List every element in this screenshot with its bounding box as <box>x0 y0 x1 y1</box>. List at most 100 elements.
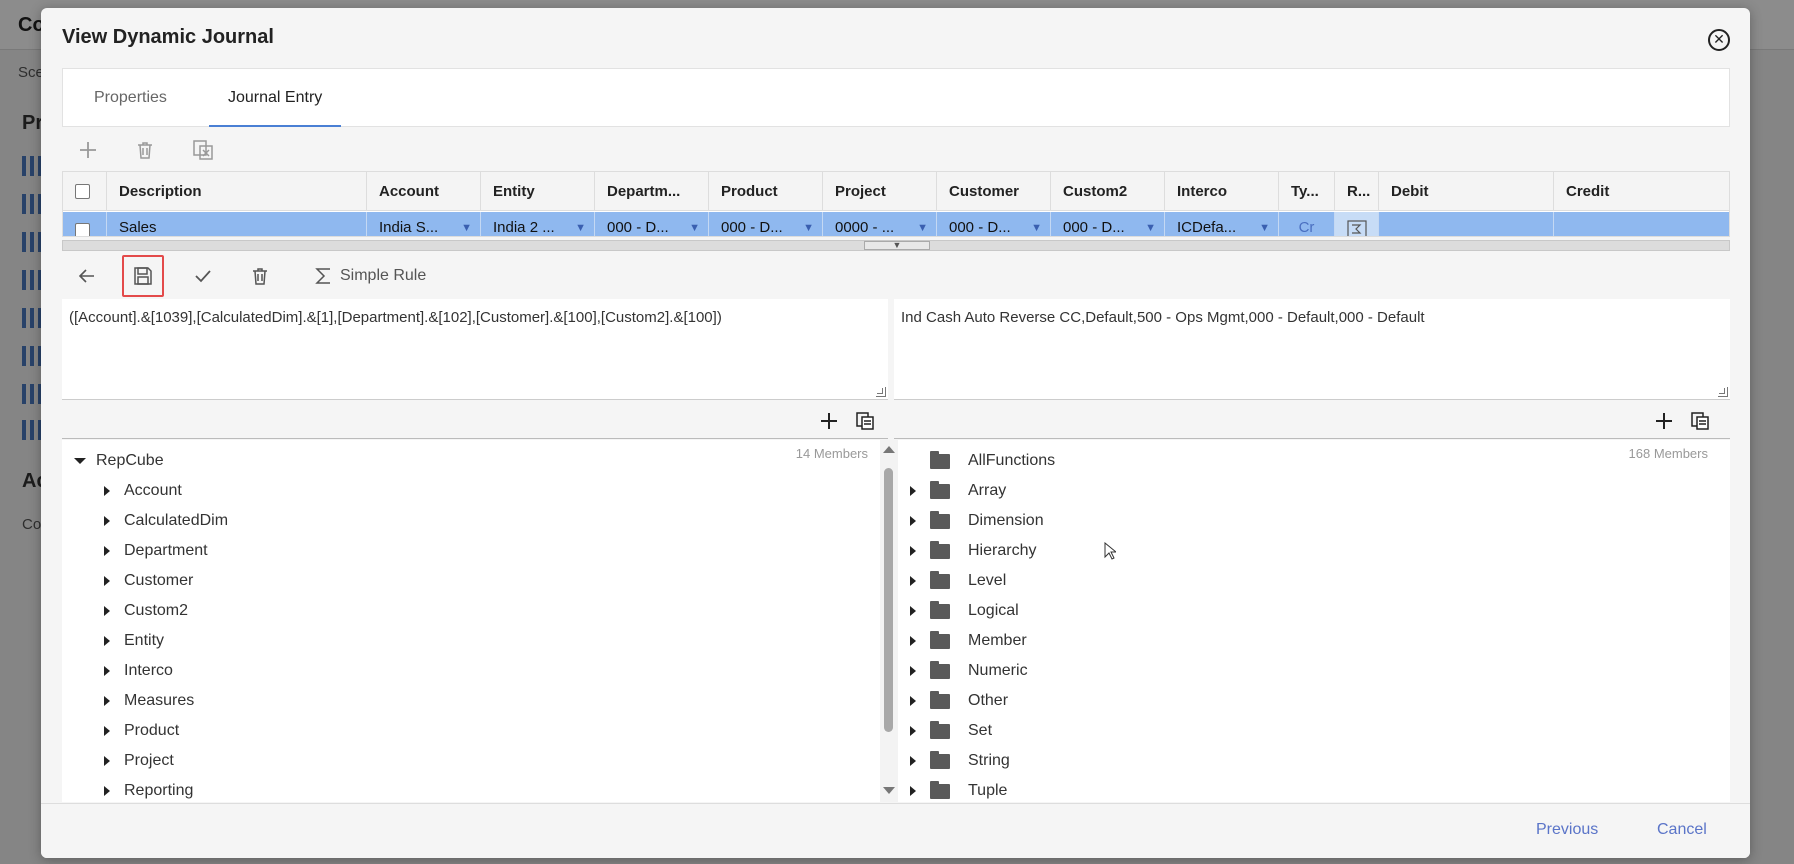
tree-scrollbar[interactable] <box>880 440 898 802</box>
expand-caret-icon[interactable] <box>910 756 916 766</box>
tree-item[interactable]: Set <box>910 718 992 744</box>
account-cell[interactable]: India S... ▼ <box>367 212 481 236</box>
customer-cell[interactable]: 000 - D... ▼ <box>937 212 1051 236</box>
tree-item[interactable]: Custom2 <box>104 598 188 624</box>
column-header[interactable]: Custom2 <box>1051 172 1165 211</box>
expand-caret-icon[interactable] <box>104 696 110 706</box>
column-header[interactable]: Description <box>107 172 367 211</box>
expand-caret-icon[interactable] <box>104 486 110 496</box>
interco-cell[interactable]: ICDefa... ▼ <box>1165 212 1279 236</box>
entity-cell[interactable]: India 2 ... ▼ <box>481 212 595 236</box>
credit-cell[interactable] <box>1554 212 1729 236</box>
column-header[interactable]: Interco <box>1165 172 1279 211</box>
collapse-handle-icon[interactable]: ▼ <box>864 241 930 250</box>
column-header[interactable]: Entity <box>481 172 595 211</box>
tree-item[interactable]: CalculatedDim <box>104 508 228 534</box>
column-header[interactable]: Customer <box>937 172 1051 211</box>
type-cell[interactable]: Cr <box>1279 212 1335 236</box>
tab-properties[interactable]: Properties <box>75 69 186 127</box>
expand-caret-icon[interactable] <box>104 636 110 646</box>
tree-item[interactable]: Customer <box>104 568 193 594</box>
dropdown-arrow-icon[interactable]: ▼ <box>575 212 586 236</box>
tree-item[interactable]: Numeric <box>910 658 1028 684</box>
debit-cell[interactable] <box>1379 212 1554 236</box>
add-icon[interactable] <box>1649 406 1679 436</box>
add-icon[interactable] <box>71 133 105 167</box>
expand-caret-icon[interactable] <box>910 636 916 646</box>
select-all-checkbox[interactable] <box>75 184 90 199</box>
rule-cell[interactable] <box>1335 212 1379 236</box>
expand-caret-icon[interactable] <box>910 726 916 736</box>
tree-item[interactable]: Product <box>104 718 179 744</box>
dropdown-arrow-icon[interactable]: ▼ <box>1145 212 1156 236</box>
column-header[interactable]: Project <box>823 172 937 211</box>
tree-item[interactable]: Tuple <box>910 778 1007 802</box>
column-header[interactable]: Ty... <box>1279 172 1335 211</box>
expand-caret-icon[interactable] <box>910 546 916 556</box>
simple-rule-button[interactable]: Simple Rule <box>314 263 426 289</box>
scroll-up-icon[interactable] <box>883 446 895 453</box>
department-cell[interactable]: 000 - D... ▼ <box>595 212 709 236</box>
expand-caret-icon[interactable] <box>910 606 916 616</box>
expand-caret-icon[interactable] <box>104 786 110 796</box>
tree-item[interactable]: Entity <box>104 628 164 654</box>
column-header[interactable]: R... <box>1335 172 1379 211</box>
dropdown-arrow-icon[interactable]: ▼ <box>461 212 472 236</box>
expand-caret-icon[interactable] <box>104 666 110 676</box>
cancel-button[interactable]: Cancel <box>1657 821 1707 839</box>
check-icon[interactable] <box>186 259 220 293</box>
project-cell[interactable]: 0000 - ... ▼ <box>823 212 937 236</box>
dropdown-arrow-icon[interactable]: ▼ <box>1259 212 1270 236</box>
resize-handle-icon[interactable] <box>876 387 886 397</box>
description-textarea[interactable]: Ind Cash Auto Reverse CC,Default,500 - O… <box>894 299 1730 400</box>
copy-icon[interactable] <box>186 133 220 167</box>
tree-root-allfunctions[interactable]: AllFunctions <box>930 448 1055 474</box>
dropdown-arrow-icon[interactable]: ▼ <box>689 212 700 236</box>
expand-caret-icon[interactable] <box>910 786 916 796</box>
column-header[interactable]: Departm... <box>595 172 709 211</box>
expand-caret-icon[interactable] <box>104 546 110 556</box>
copy-icon[interactable] <box>850 406 880 436</box>
expand-caret-icon[interactable] <box>910 666 916 676</box>
delete-icon[interactable] <box>128 133 162 167</box>
tree-item[interactable]: Project <box>104 748 174 774</box>
tree-item[interactable]: String <box>910 748 1010 774</box>
expand-caret-icon[interactable] <box>910 696 916 706</box>
tree-item[interactable]: Reporting <box>104 778 193 802</box>
previous-button[interactable]: Previous <box>1536 821 1598 839</box>
tree-root-repcube[interactable]: RepCube <box>74 448 164 474</box>
dropdown-arrow-icon[interactable]: ▼ <box>1031 212 1042 236</box>
expand-caret-icon[interactable] <box>910 516 916 526</box>
column-header[interactable]: Credit <box>1554 172 1729 211</box>
copy-icon[interactable] <box>1685 406 1715 436</box>
tree-item[interactable]: Other <box>910 688 1008 714</box>
close-icon[interactable]: ✕ <box>1708 29 1730 51</box>
row-checkbox[interactable] <box>75 223 90 236</box>
tree-item[interactable]: Department <box>104 538 208 564</box>
table-row[interactable]: Sales India S... ▼ India 2 ... ▼ 000 - D..… <box>63 212 1729 236</box>
custom2-cell[interactable]: 000 - D... ▼ <box>1051 212 1165 236</box>
tree-item[interactable]: Logical <box>910 598 1019 624</box>
tree-item[interactable]: Level <box>910 568 1006 594</box>
column-header[interactable]: Account <box>367 172 481 211</box>
product-cell[interactable]: 000 - D... ▼ <box>709 212 823 236</box>
save-button[interactable] <box>122 255 164 297</box>
expand-caret-icon[interactable] <box>104 756 110 766</box>
tree-item[interactable]: Measures <box>104 688 194 714</box>
dropdown-arrow-icon[interactable]: ▼ <box>917 212 928 236</box>
expression-textarea[interactable]: ([Account].&[1039],[CalculatedDim].&[1],… <box>62 299 888 400</box>
delete-icon[interactable] <box>243 259 277 293</box>
tree-item[interactable]: Account <box>104 478 182 504</box>
tree-item[interactable]: Dimension <box>910 508 1044 534</box>
pane-splitter[interactable]: ▼ <box>62 240 1730 251</box>
expand-caret-icon[interactable] <box>910 576 916 586</box>
expand-caret-icon[interactable] <box>910 486 916 496</box>
tree-item[interactable]: Array <box>910 478 1006 504</box>
column-header[interactable]: Debit <box>1379 172 1554 211</box>
add-icon[interactable] <box>814 406 844 436</box>
column-header[interactable]: Product <box>709 172 823 211</box>
resize-handle-icon[interactable] <box>1718 387 1728 397</box>
expanded-caret-icon[interactable] <box>74 458 86 464</box>
back-arrow-icon[interactable] <box>70 259 104 293</box>
expand-caret-icon[interactable] <box>104 576 110 586</box>
